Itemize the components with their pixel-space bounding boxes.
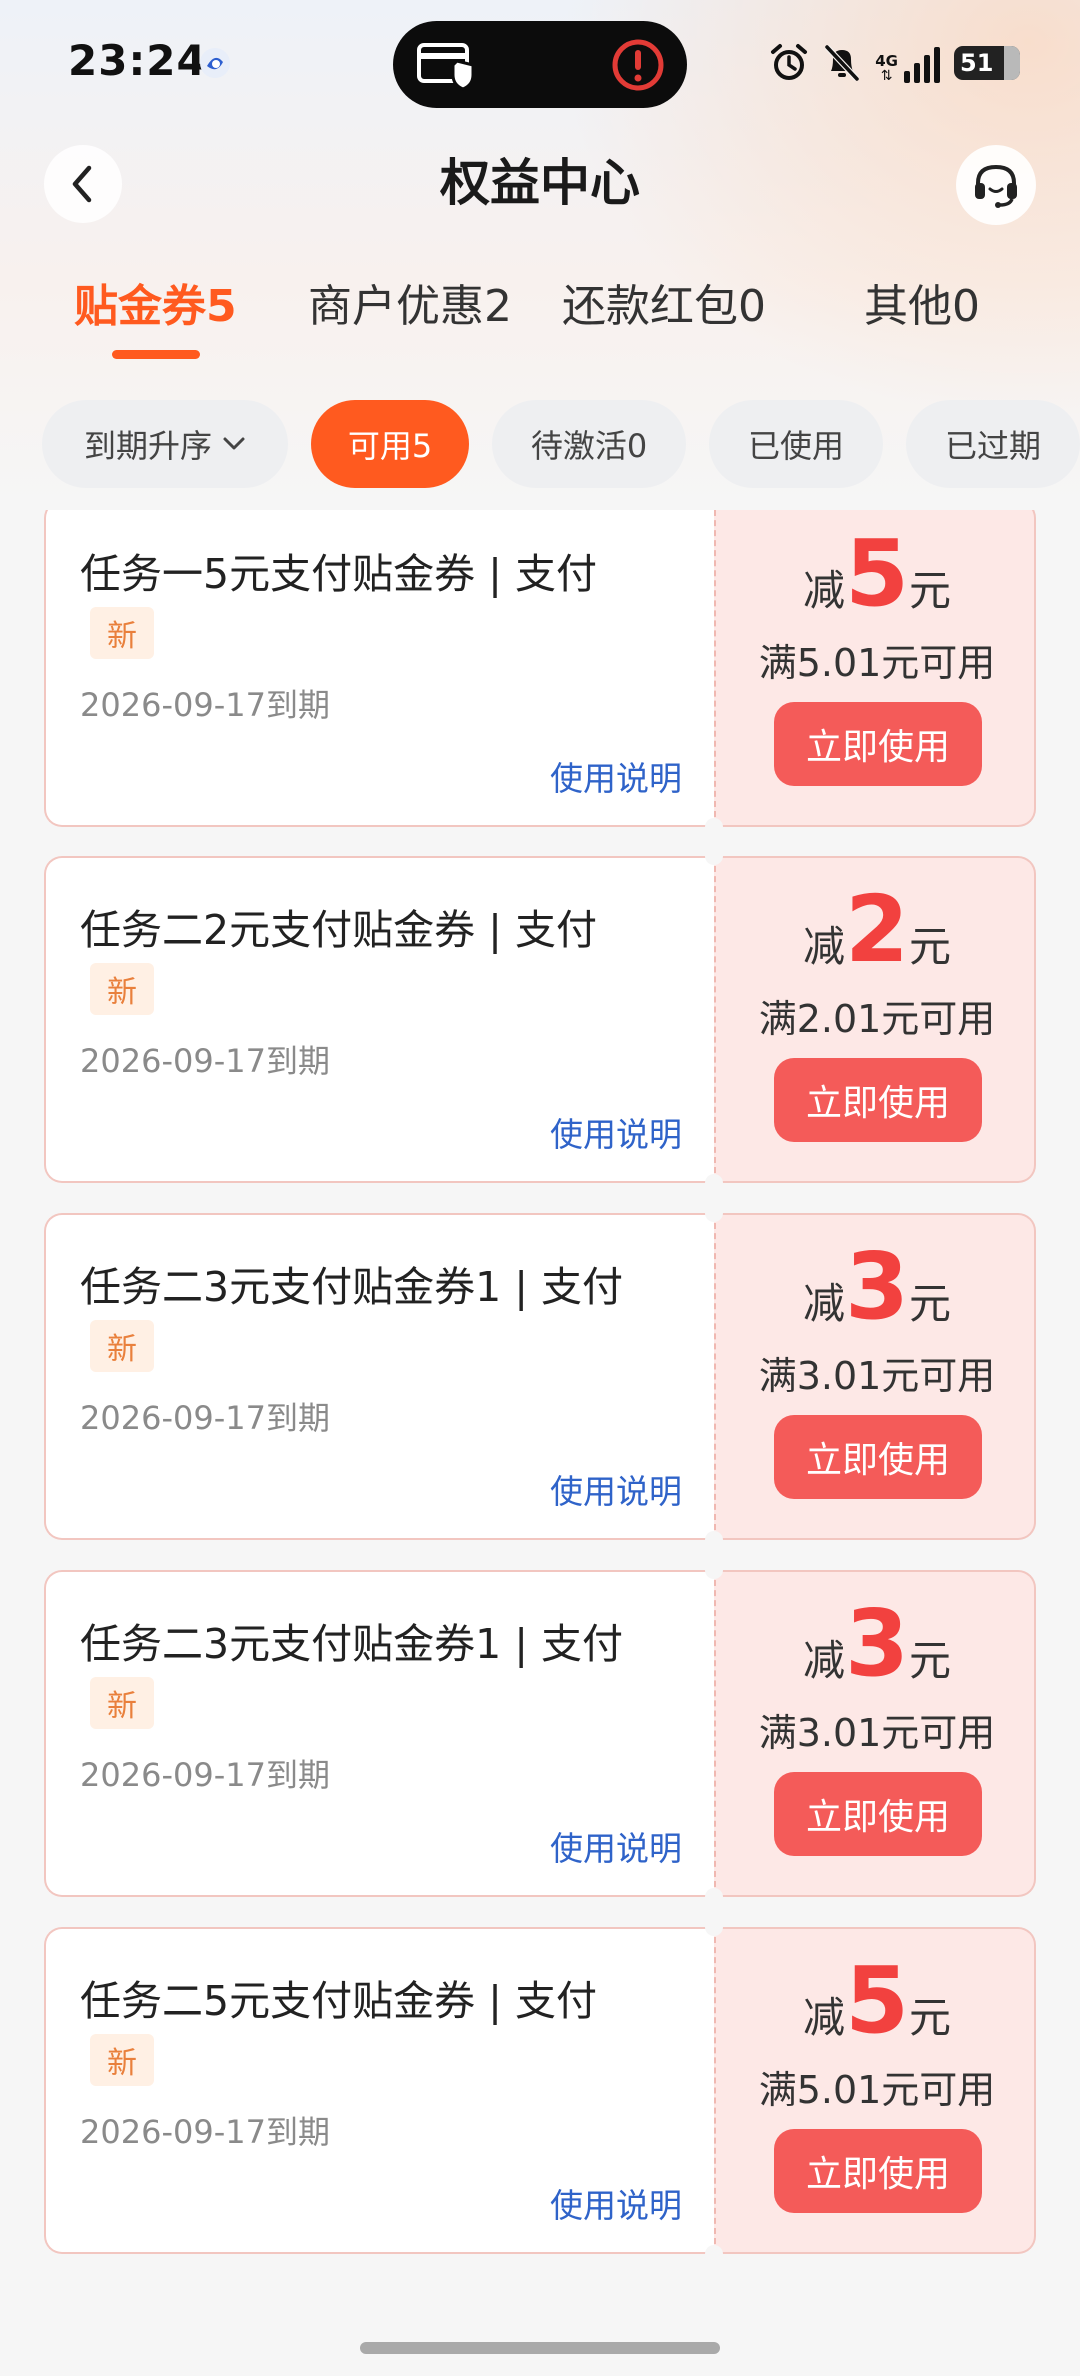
- coupon-info: 任务二3元支付贴金券1 | 支付 新 2026-09-17到期 使用说明: [44, 1570, 714, 1897]
- coupon-title: 任务二2元支付贴金券 | 支付: [80, 906, 597, 954]
- customer-service-button[interactable]: [956, 145, 1036, 225]
- use-now-button[interactable]: 立即使用: [774, 1772, 982, 1856]
- data-arrows-icon: ⇅: [880, 68, 893, 84]
- use-now-button[interactable]: 立即使用: [774, 1415, 982, 1499]
- coupon-title: 任务二3元支付贴金券1 | 支付: [80, 1263, 624, 1311]
- headset-icon: [975, 164, 1017, 208]
- new-badge: 新: [90, 1677, 154, 1729]
- amount-value: 5: [844, 520, 909, 627]
- amount-prefix: 减: [802, 1993, 845, 2042]
- coupon-expiry: 2026-09-17到期: [80, 1756, 330, 1794]
- tab-merchant-offers[interactable]: 商户优惠2: [308, 272, 512, 342]
- coupon-card: 任务二5元支付贴金券 | 支付 新 2026-09-17到期 使用说明 减5元 …: [44, 1918, 1036, 2263]
- coupon-amount: 减3元: [716, 1594, 1038, 1694]
- amount-unit: 元: [909, 1993, 952, 2042]
- filter-expired[interactable]: 已过期: [906, 400, 1080, 488]
- amount-unit: 元: [909, 1636, 952, 1685]
- usage-instructions-link[interactable]: 使用说明: [550, 2179, 682, 2227]
- coupon-info: 任务二3元支付贴金券1 | 支付 新 2026-09-17到期 使用说明: [44, 1213, 714, 1540]
- coupon-amount: 减3元: [716, 1237, 1038, 1337]
- amount-value: 3: [844, 1590, 909, 1697]
- usage-instructions-link[interactable]: 使用说明: [550, 1465, 682, 1513]
- coupon-title: 任务二3元支付贴金券1 | 支付: [80, 1620, 624, 1668]
- tab-others[interactable]: 其他0: [864, 272, 980, 342]
- coupon-info: 任务二2元支付贴金券 | 支付 新 2026-09-17到期 使用说明: [44, 856, 714, 1183]
- coupon-value-panel: 减3元 满3.01元可用 立即使用: [714, 1570, 1036, 1897]
- usage-instructions-link[interactable]: 使用说明: [550, 1822, 682, 1870]
- coupon-value-panel: 减5元 满5.01元可用 立即使用: [714, 510, 1036, 827]
- coupon-value-panel: 减3元 满3.01元可用 立即使用: [714, 1213, 1036, 1540]
- amount-unit: 元: [909, 1279, 952, 1328]
- battery-level: 51: [960, 49, 994, 77]
- new-badge: 新: [90, 963, 154, 1015]
- page-title: 权益中心: [440, 154, 640, 212]
- tab-coupons[interactable]: 贴金券5: [74, 272, 237, 342]
- use-now-button[interactable]: 立即使用: [774, 1058, 982, 1142]
- network-type: 4G: [875, 52, 898, 70]
- coupon-card: 任务二3元支付贴金券1 | 支付 新 2026-09-17到期 使用说明 减3元…: [44, 1204, 1036, 1549]
- signal-icon: 4G ⇅: [875, 43, 940, 83]
- sort-dropdown[interactable]: 到期升序: [42, 400, 288, 488]
- new-badge: 新: [90, 607, 154, 659]
- coupon-tabs: 贴金券5 商户优惠2 还款红包0 其他0: [0, 272, 1080, 362]
- amount-unit: 元: [909, 922, 952, 971]
- use-now-button[interactable]: 立即使用: [774, 702, 982, 786]
- usage-instructions-link[interactable]: 使用说明: [550, 1108, 682, 1156]
- app-notification-icon: [200, 48, 230, 78]
- coupon-amount: 减5元: [716, 1951, 1038, 2051]
- sort-label: 到期升序: [83, 427, 212, 465]
- mute-icon: [825, 44, 860, 82]
- amount-unit: 元: [909, 566, 952, 615]
- amount-value: 2: [844, 876, 909, 983]
- tab-repayment-bonus[interactable]: 还款红包0: [562, 272, 766, 342]
- alert-icon: [612, 39, 664, 91]
- amount-value: 3: [844, 1233, 909, 1340]
- chevron-down-icon: [223, 437, 245, 450]
- amount-value: 5: [844, 1947, 909, 2054]
- amount-prefix: 减: [802, 1279, 845, 1328]
- coupon-title: 任务二5元支付贴金券 | 支付: [80, 1977, 597, 2025]
- amount-prefix: 减: [802, 922, 845, 971]
- coupon-value-panel: 减5元 满5.01元可用 立即使用: [714, 1927, 1036, 2254]
- coupon-info: 任务二5元支付贴金券 | 支付 新 2026-09-17到期 使用说明: [44, 1927, 714, 2254]
- coupon-info: 任务一5元支付贴金券 | 支付 新 2026-09-17到期 使用说明: [44, 510, 714, 827]
- coupon-condition: 满3.01元可用: [758, 1711, 996, 1755]
- battery-icon: 51: [954, 46, 1020, 80]
- coupon-expiry: 2026-09-17到期: [80, 686, 330, 724]
- coupon-list: 任务一5元支付贴金券 | 支付 新 2026-09-17到期 使用说明 减5元 …: [0, 510, 1080, 2270]
- amount-prefix: 减: [802, 1636, 845, 1685]
- status-time: 23:24: [68, 36, 207, 85]
- coupon-title: 任务一5元支付贴金券 | 支付: [80, 550, 597, 598]
- new-badge: 新: [90, 1320, 154, 1372]
- coupon-card: 任务二2元支付贴金券 | 支付 新 2026-09-17到期 使用说明 减2元 …: [44, 847, 1036, 1192]
- coupon-condition: 满2.01元可用: [758, 997, 996, 1041]
- new-badge: 新: [90, 2034, 154, 2086]
- coupon-card: 任务二3元支付贴金券1 | 支付 新 2026-09-17到期 使用说明 减3元…: [44, 1561, 1036, 1906]
- coupon-condition: 满5.01元可用: [758, 641, 996, 685]
- use-now-button[interactable]: 立即使用: [774, 2129, 982, 2213]
- coupon-condition: 满3.01元可用: [758, 1354, 996, 1398]
- coupon-expiry: 2026-09-17到期: [80, 2113, 330, 2151]
- coupon-amount: 减5元: [716, 524, 1038, 624]
- home-indicator[interactable]: [360, 2342, 720, 2354]
- alarm-icon: [771, 44, 808, 80]
- amount-prefix: 减: [802, 566, 845, 615]
- coupon-expiry: 2026-09-17到期: [80, 1399, 330, 1437]
- coupon-expiry: 2026-09-17到期: [80, 1042, 330, 1080]
- active-tab-indicator: [112, 350, 200, 359]
- status-bar: 23:24 4G ⇅ 51: [0, 0, 1080, 130]
- filter-available[interactable]: 可用5: [311, 400, 469, 488]
- filter-pending[interactable]: 待激活0: [492, 400, 686, 488]
- dynamic-island: [393, 21, 687, 108]
- coupon-card: 任务一5元支付贴金券 | 支付 新 2026-09-17到期 使用说明 减5元 …: [44, 510, 1036, 836]
- card-shield-icon: [417, 43, 475, 91]
- coupon-value-panel: 减2元 满2.01元可用 立即使用: [714, 856, 1036, 1183]
- usage-instructions-link[interactable]: 使用说明: [550, 752, 682, 800]
- status-icons: 4G ⇅ 51: [769, 40, 1020, 86]
- filter-used[interactable]: 已使用: [709, 400, 883, 488]
- coupon-condition: 满5.01元可用: [758, 2068, 996, 2112]
- coupon-amount: 减2元: [716, 880, 1038, 980]
